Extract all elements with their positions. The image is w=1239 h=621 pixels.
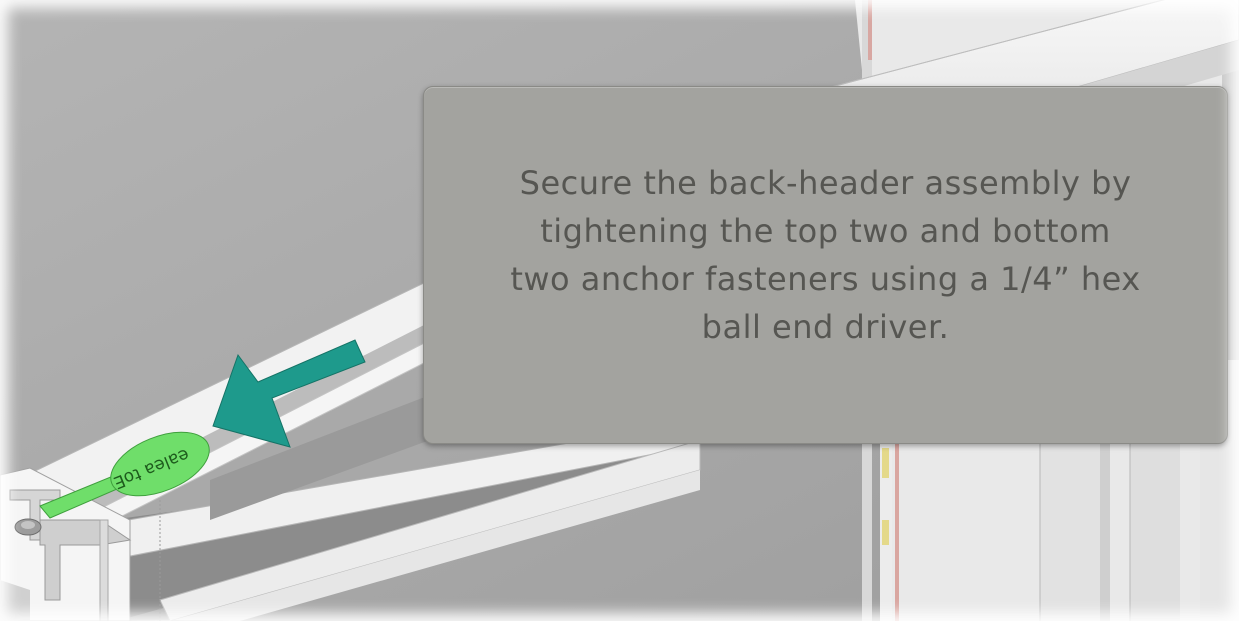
instruction-line: ball end driver. <box>701 308 950 346</box>
instruction-line: tightening the top two and bottom <box>540 212 1111 250</box>
instruction-text: Secure the back-header assembly by tight… <box>486 159 1164 371</box>
instruction-frame: ealea toE Secure the back-header assembl… <box>0 0 1239 621</box>
instruction-line: two anchor fasteners using a 1/4” hex <box>510 260 1141 298</box>
instruction-callout: Secure the back-header assembly by tight… <box>423 86 1228 444</box>
instruction-line: Secure the back-header assembly by <box>519 164 1132 202</box>
